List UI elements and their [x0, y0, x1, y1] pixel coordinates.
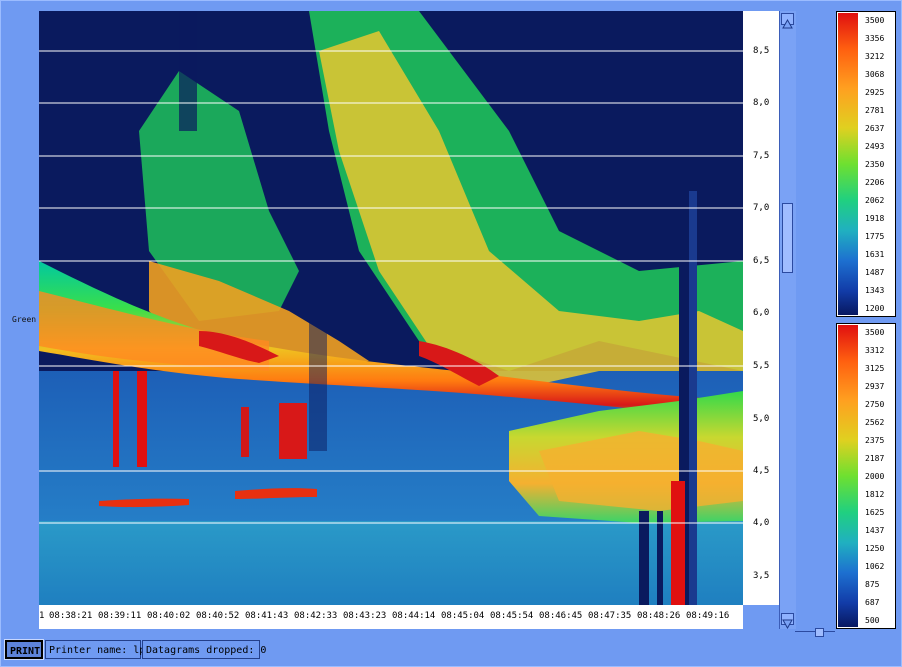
legend-label: 2206: [865, 178, 885, 187]
horizontal-slider[interactable]: [795, 627, 835, 637]
x-tick-label: 08:47:35: [588, 611, 632, 621]
y-tick-label: 7,0: [753, 203, 770, 213]
legend-label: 500: [865, 616, 880, 625]
scrollbar-thumb[interactable]: [782, 203, 793, 273]
legend-label: 875: [865, 580, 880, 589]
legend-label: 2637: [865, 124, 885, 133]
slider-knob[interactable]: [815, 628, 824, 637]
legend-label: 2925: [865, 88, 885, 97]
legend-label: 2187: [865, 454, 885, 463]
datagrams-dropped-field: Datagrams dropped: 0: [142, 640, 266, 659]
legend-label: 1343: [865, 286, 885, 295]
x-axis-start-label: 1: [39, 611, 45, 621]
legend-label: 1631: [865, 250, 885, 259]
legend-label: 2781: [865, 106, 885, 115]
x-tick-label: 08:48:26: [637, 611, 681, 621]
channel-label: Green: [12, 315, 37, 324]
legend-label: 3212: [865, 52, 885, 61]
color-legend-bottom: 3500 3312 3125 2937 2750 2562 2375 2187 …: [836, 323, 896, 629]
y-tick-label: 3,5: [753, 571, 770, 581]
status-bar: PRINT Printer name: lp Datagrams dropped…: [4, 639, 897, 660]
x-tick-label: 08:38:21: [49, 611, 93, 621]
legend-label: 2937: [865, 382, 885, 391]
scroll-down-button[interactable]: [781, 613, 794, 630]
color-legend-top: 3500 3356 3212 3068 2925 2781 2637 2493 …: [836, 11, 896, 317]
y-tick-label: 6,5: [753, 256, 770, 266]
y-tick-label: 8,5: [753, 46, 770, 56]
y-tick-label: 5,0: [753, 414, 770, 424]
legend-label: 2375: [865, 436, 885, 445]
arrow-down-icon: [782, 619, 793, 630]
legend-label: 3356: [865, 34, 885, 43]
depth-axis: 8,5 8,0 7,5 7,0 6,5 6,0 5,5 5,0 4,5 4,0 …: [743, 11, 779, 605]
legend-label: 1812: [865, 490, 885, 499]
scroll-up-button[interactable]: [781, 13, 794, 29]
x-tick-label: 08:45:04: [441, 611, 485, 621]
arrow-up-icon: [782, 18, 793, 29]
legend-label: 1487: [865, 268, 885, 277]
legend-label: 1250: [865, 544, 885, 553]
legend-colorbar-bottom: [838, 325, 858, 627]
y-tick-label: 7,5: [753, 151, 770, 161]
legend-label: 2062: [865, 196, 885, 205]
legend-label: 3500: [865, 16, 885, 25]
time-axis: 1 08:38:21 08:39:11 08:40:02 08:40:52 08…: [39, 605, 743, 629]
legend-label: 2000: [865, 472, 885, 481]
x-tick-label: 08:43:23: [343, 611, 387, 621]
legend-label: 2750: [865, 400, 885, 409]
x-tick-label: 08:44:14: [392, 611, 436, 621]
printer-name-field: Printer name: lp: [45, 640, 145, 659]
legend-label: 2562: [865, 418, 885, 427]
legend-label: 3125: [865, 364, 885, 373]
x-tick-label: 08:45:54: [490, 611, 534, 621]
legend-label: 1200: [865, 304, 885, 313]
legend-label: 1918: [865, 214, 885, 223]
y-tick-label: 4,0: [753, 518, 770, 528]
x-tick-label: 08:46:45: [539, 611, 583, 621]
application-window: 1 08:38:21 08:39:11 08:40:02 08:40:52 08…: [0, 0, 902, 667]
legend-label: 2350: [865, 160, 885, 169]
legend-label: 1625: [865, 508, 885, 517]
echogram-plot[interactable]: [39, 11, 743, 605]
print-button[interactable]: PRINT: [4, 639, 44, 660]
vertical-scrollbar[interactable]: [779, 11, 796, 630]
echogram-image: [39, 11, 743, 605]
y-tick-label: 8,0: [753, 98, 770, 108]
x-tick-label: 08:40:52: [196, 611, 240, 621]
x-tick-label: 08:39:11: [98, 611, 142, 621]
legend-label: 3312: [865, 346, 885, 355]
legend-label: 1775: [865, 232, 885, 241]
y-tick-label: 5,5: [753, 361, 770, 371]
legend-label: 1437: [865, 526, 885, 535]
legend-colorbar-top: [838, 13, 858, 315]
legend-label: 1062: [865, 562, 885, 571]
y-tick-label: 4,5: [753, 466, 770, 476]
x-tick-label: 08:40:02: [147, 611, 191, 621]
legend-label: 687: [865, 598, 880, 607]
y-tick-label: 6,0: [753, 308, 770, 318]
legend-label: 3500: [865, 328, 885, 337]
legend-label: 3068: [865, 70, 885, 79]
x-tick-label: 08:41:43: [245, 611, 289, 621]
legend-label: 2493: [865, 142, 885, 151]
x-tick-label: 08:42:33: [294, 611, 338, 621]
x-tick-label: 08:49:16: [686, 611, 730, 621]
